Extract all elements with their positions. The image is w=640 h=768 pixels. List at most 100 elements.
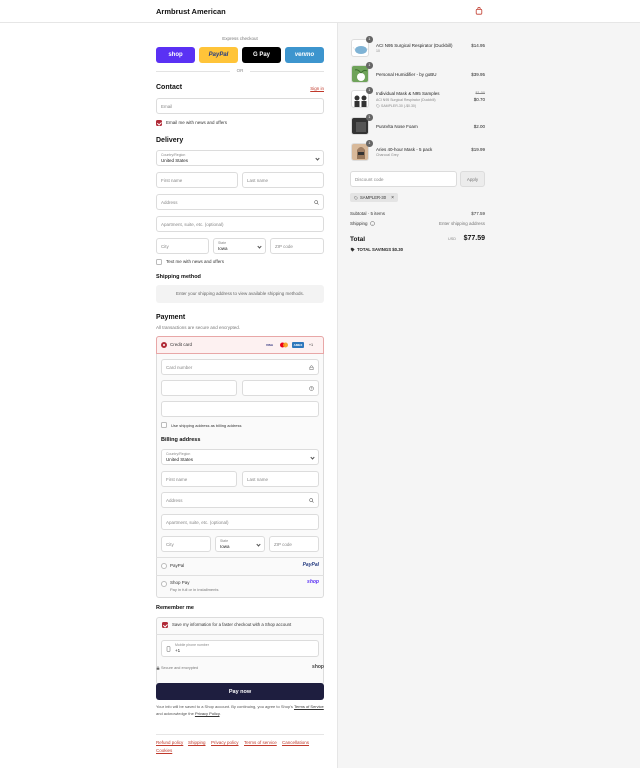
shop-pay-button[interactable]: shop — [156, 47, 195, 63]
item-name: Individual Mask & N95 Samples — [376, 91, 440, 96]
mobile-phone-field[interactable]: Mobile phone number +1 — [161, 640, 319, 657]
email-news-checkbox[interactable] — [156, 120, 162, 126]
billing-apartment-field[interactable]: Apartment, suite, etc. (optional) — [161, 514, 319, 530]
billing-address-title: Billing address — [161, 437, 201, 443]
legal-text: Your info will be saved to a Shop accoun… — [156, 704, 324, 717]
country-value: United States — [161, 158, 189, 163]
email-news-label: Email me with news and offers — [166, 120, 227, 125]
credit-card-radio[interactable] — [161, 342, 167, 348]
apartment-field[interactable]: Apartment, suite, etc. (optional) — [156, 216, 324, 232]
billing-first-name-field[interactable]: First name — [161, 471, 237, 487]
text-news-checkbox[interactable] — [156, 259, 162, 265]
text-news-label: Text me with news and offers — [166, 259, 224, 264]
close-icon[interactable]: × — [391, 195, 394, 201]
zip-field[interactable]: ZIP code — [270, 238, 324, 254]
item-price: $2.00 — [473, 124, 485, 129]
sign-in-link[interactable]: Sign in — [310, 86, 324, 91]
shipping-value: Enter shipping address — [438, 221, 485, 226]
terms-of-service-footer-link[interactable]: Terms of service — [244, 740, 277, 745]
phone-icon — [166, 646, 171, 652]
paypal-button[interactable]: PayPal — [199, 47, 238, 63]
mobile-phone-value: +1 — [175, 648, 181, 653]
refund-policy-link[interactable]: Refund policy — [156, 740, 183, 745]
billing-last-name-placeholder: Last name — [247, 476, 269, 482]
use-shipping-checkbox[interactable] — [161, 422, 167, 428]
billing-country-value: United States — [166, 457, 194, 462]
divider — [156, 557, 324, 558]
privacy-policy-link[interactable]: Privacy Policy — [195, 711, 220, 716]
first-name-placeholder: First name — [161, 177, 183, 183]
item-variant: Charcoal Grey — [376, 153, 399, 157]
brand-logo[interactable]: Armbrust American — [156, 7, 226, 16]
tag-icon — [350, 247, 355, 252]
item-original-price: $1.00 — [475, 91, 485, 95]
country-select[interactable]: Country/Region United States — [156, 150, 324, 166]
discount-code-field[interactable]: Discount code — [350, 171, 457, 187]
divider — [156, 634, 324, 635]
billing-state-value: Iowa — [220, 544, 230, 549]
subtotal-value: $77.59 — [471, 211, 485, 216]
mobile-phone-label: Mobile phone number — [175, 643, 209, 647]
apartment-placeholder: Apartment, suite, etc. (optional) — [161, 221, 224, 227]
payment-subtitle: All transactions are secure and encrypte… — [156, 325, 241, 330]
item-quantity-badge: 1 — [366, 87, 373, 94]
shipping-link[interactable]: Shipping — [188, 740, 206, 745]
item-price: $39.95 — [471, 72, 485, 77]
name-on-card-field[interactable] — [161, 401, 319, 417]
shopping-bag-icon[interactable] — [475, 7, 483, 15]
secure-label: Secure and encrypted — [161, 666, 199, 670]
last-name-field[interactable]: Last name — [242, 172, 324, 188]
shop-pay-label: Shop Pay — [170, 580, 190, 585]
billing-country-select[interactable]: Country/Region United States — [161, 449, 319, 465]
zip-placeholder: ZIP code — [275, 243, 293, 249]
save-info-checkbox[interactable] — [162, 622, 168, 628]
subtotal-label: Subtotal · 5 items — [350, 211, 386, 216]
paypal-radio[interactable] — [161, 563, 167, 569]
google-pay-button[interactable]: G Pay — [242, 47, 281, 63]
discount-code-label: SAMPLER-30 — [360, 195, 387, 200]
email-field[interactable]: Email — [156, 98, 324, 114]
chevron-down-icon — [256, 542, 261, 547]
cancellations-link[interactable]: Cancellations — [282, 740, 309, 745]
search-icon — [314, 200, 319, 205]
city-field[interactable]: City — [156, 238, 209, 254]
card-number-field[interactable]: Card number — [161, 359, 319, 375]
shipping-method-title: Shipping method — [156, 274, 201, 280]
city-placeholder: City — [161, 243, 169, 249]
billing-address-placeholder: Address — [166, 497, 183, 503]
billing-city-field[interactable]: City — [161, 536, 211, 552]
privacy-policy-footer-link[interactable]: Privacy policy — [211, 740, 239, 745]
payment-methods — [156, 336, 324, 598]
amex-icon: AMEX — [292, 342, 304, 348]
billing-address-field[interactable]: Address — [161, 492, 319, 508]
item-variant: ACI N95 Surgical Respirator (Duckbill) — [376, 98, 436, 102]
total-label: Total — [350, 236, 366, 243]
cookies-link[interactable]: Cookies — [156, 748, 172, 753]
or-divider: OR — [156, 68, 324, 73]
billing-state-select[interactable]: State Iowa — [215, 536, 265, 552]
address-field[interactable]: Address — [156, 194, 324, 210]
state-select[interactable]: State Iowa — [213, 238, 266, 254]
item-quantity-badge: 1 — [366, 114, 373, 121]
security-code-field[interactable] — [242, 380, 319, 396]
paypal-logo: PayPal — [302, 562, 319, 568]
venmo-button[interactable]: venmo — [285, 47, 324, 63]
email-placeholder: Email — [161, 103, 173, 109]
legal-text-1: Your info will be saved to a Shop accoun… — [156, 704, 293, 709]
terms-of-service-link[interactable]: Terms of Service — [294, 704, 324, 709]
expiration-field[interactable] — [161, 380, 237, 396]
billing-state-label: State — [220, 539, 229, 543]
address-placeholder: Address — [161, 199, 178, 205]
billing-last-name-field[interactable]: Last name — [242, 471, 319, 487]
billing-apartment-placeholder: Apartment, suite, etc. (optional) — [166, 519, 229, 525]
shop-pay-radio[interactable] — [161, 581, 167, 587]
visa-icon: VISA — [265, 343, 273, 347]
first-name-field[interactable]: First name — [156, 172, 238, 188]
billing-zip-placeholder: ZIP code — [274, 541, 292, 547]
help-circle-icon[interactable] — [370, 221, 375, 226]
billing-zip-field[interactable]: ZIP code — [269, 536, 319, 552]
apply-button[interactable]: Apply — [460, 171, 485, 187]
pay-now-button[interactable]: Pay now — [156, 683, 324, 700]
item-price: $14.95 — [471, 43, 485, 48]
help-circle-icon[interactable] — [309, 386, 314, 391]
